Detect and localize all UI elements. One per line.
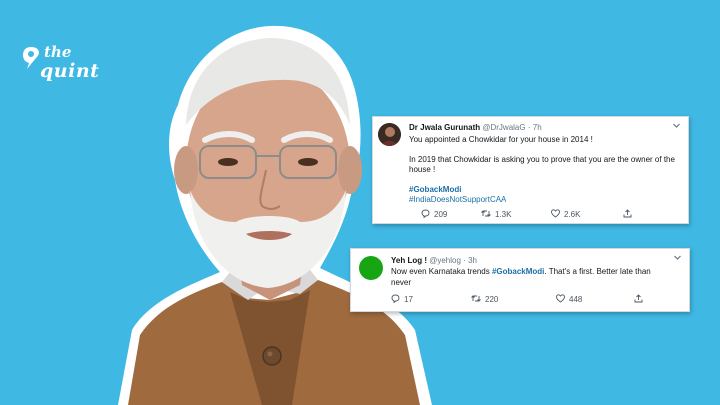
separator: · xyxy=(527,123,531,132)
user-name[interactable]: Dr Jwala Gurunath xyxy=(409,123,480,132)
tweet-text-line: You appointed a Chowkidar for your house… xyxy=(409,135,593,144)
tweet-card-yehlog[interactable]: Yeh Log ! @yehlog · 3h Now even Karnatak… xyxy=(350,248,690,312)
tweet-actions: 209 1.3K 2.6K xyxy=(421,209,641,219)
like-button[interactable]: 2.6K xyxy=(551,209,580,219)
tweet-header: Dr Jwala Gurunath @DrJwalaG · 7h xyxy=(409,123,542,133)
tweet-text: Now even Karnataka trends #GobackModi. T… xyxy=(391,267,681,288)
tweet-time[interactable]: 7h xyxy=(533,123,542,132)
retweet-count: 1.3K xyxy=(495,210,512,219)
avatar[interactable] xyxy=(378,123,401,146)
reply-button[interactable]: 17 xyxy=(391,294,413,304)
user-name[interactable]: Yeh Log ! xyxy=(391,256,427,265)
reply-count: 209 xyxy=(434,210,448,219)
reply-icon xyxy=(421,209,430,219)
hashtag-link[interactable]: #IndiaDoesNotSupportCAA xyxy=(409,195,679,206)
tweet-header: Yeh Log ! @yehlog · 3h xyxy=(391,256,477,266)
like-count: 448 xyxy=(569,295,583,304)
separator: · xyxy=(463,256,466,265)
share-button[interactable] xyxy=(634,294,647,304)
tweet-time[interactable]: 3h xyxy=(468,256,477,265)
tweet-text-segment: Now even Karnataka trends xyxy=(391,267,492,276)
tweet-text-line: In 2019 that Chowkidar is asking you to … xyxy=(409,154,675,164)
tweet-text: You appointed a Chowkidar for your house… xyxy=(409,135,679,206)
retweet-icon xyxy=(471,295,481,302)
tweet-text-line: house ! xyxy=(409,165,436,174)
like-button[interactable]: 448 xyxy=(556,294,582,304)
user-handle[interactable]: @yehlog xyxy=(429,256,461,265)
retweet-count: 220 xyxy=(485,295,499,304)
avatar[interactable] xyxy=(359,256,383,280)
reply-button[interactable]: 209 xyxy=(421,209,447,219)
chevron-down-icon[interactable] xyxy=(672,121,681,130)
hashtag-link[interactable]: #GobackModi xyxy=(492,267,544,276)
share-icon xyxy=(623,209,632,218)
share-button[interactable] xyxy=(623,209,636,219)
tweet-actions: 17 220 448 xyxy=(391,294,651,304)
share-icon xyxy=(634,294,643,303)
like-icon xyxy=(551,209,560,218)
retweet-button[interactable]: 1.3K xyxy=(481,209,511,219)
retweet-button[interactable]: 220 xyxy=(471,294,498,304)
tweet-card-drjwalag[interactable]: Dr Jwala Gurunath @DrJwalaG · 7h You app… xyxy=(372,116,689,224)
hashtag-link[interactable]: #GobackModi xyxy=(409,185,679,196)
like-count: 2.6K xyxy=(564,210,581,219)
retweet-icon xyxy=(481,210,491,217)
reply-icon xyxy=(391,294,400,304)
reply-count: 17 xyxy=(404,295,413,304)
user-handle[interactable]: @DrJwalaG xyxy=(482,123,525,132)
tweet-text-line: Now even Karnataka trends #GobackModi. T… xyxy=(391,267,681,278)
like-icon xyxy=(556,294,565,303)
chevron-down-icon[interactable] xyxy=(673,253,682,262)
tweet-text-line: never xyxy=(391,277,412,287)
tweet-text-segment: . That's a first. Better late than xyxy=(544,267,651,276)
